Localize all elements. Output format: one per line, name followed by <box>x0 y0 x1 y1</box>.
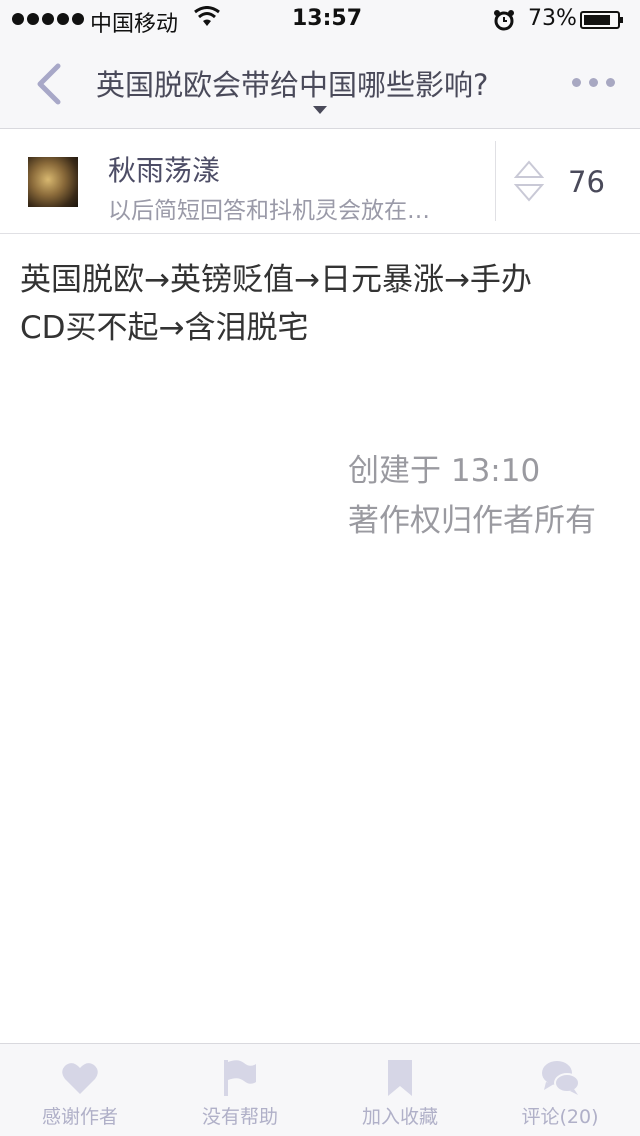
vote-count: 76 <box>568 165 605 199</box>
battery-icon <box>580 11 623 29</box>
add-favorite-button[interactable]: 加入收藏 <box>320 1044 480 1136</box>
status-time: 13:57 <box>292 6 363 31</box>
wifi-icon <box>194 6 220 26</box>
add-favorite-label: 加入收藏 <box>361 1106 438 1128</box>
avatar[interactable] <box>28 157 78 207</box>
answer-body: 英国脱欧→英镑贬值→日元暴涨→手办 CD买不起→含泪脱宅 <box>20 256 620 352</box>
answer-page: 中国移动 13:57 73% 英国脱欧会带给中国哪些影响? 秋雨荡漾 以后简短回… <box>0 0 640 1136</box>
not-helpful-label: 没有帮助 <box>201 1106 278 1128</box>
battery-percent: 73% <box>528 6 577 31</box>
comments-button[interactable]: 评论(20) <box>480 1044 640 1136</box>
chevron-down-icon[interactable] <box>313 106 327 114</box>
author-name[interactable]: 秋雨荡漾 <box>108 149 220 189</box>
created-time: 创建于 13:10 <box>348 453 541 489</box>
divider <box>495 141 496 221</box>
carrier-label: 中国移动 <box>90 12 179 37</box>
back-arrow-icon[interactable] <box>32 62 66 106</box>
vote-arrows-icon[interactable] <box>514 159 544 203</box>
thank-author-label: 感谢作者 <box>41 1106 118 1128</box>
signal-strength-icon <box>12 13 84 25</box>
not-helpful-button[interactable]: 没有帮助 <box>160 1044 320 1136</box>
answer-line: CD买不起→含泪脱宅 <box>20 310 309 346</box>
status-bar: 中国移动 13:57 73% <box>0 0 640 40</box>
comments-label: 评论(20) <box>521 1106 599 1128</box>
copyright-notice: 著作权归作者所有 <box>348 503 596 539</box>
heart-icon <box>62 1063 98 1094</box>
comment-bubbles-icon <box>542 1061 580 1095</box>
answer-line: 英国脱欧→英镑贬值→日元暴涨→手办 <box>20 262 532 298</box>
answer-meta: 创建于 13:10 著作权归作者所有 <box>348 446 596 546</box>
flag-icon <box>224 1060 256 1096</box>
alarm-icon <box>494 10 514 31</box>
thank-author-button[interactable]: 感谢作者 <box>0 1044 160 1136</box>
bookmark-icon <box>388 1060 412 1096</box>
author-info[interactable]: 秋雨荡漾 以后简短回答和抖机灵会放在… 76 <box>0 129 640 234</box>
bottom-toolbar: 感谢作者 没有帮助 加入收藏 评论(20) <box>0 1043 640 1136</box>
more-options-icon[interactable] <box>572 78 615 87</box>
author-bio: 以后简短回答和抖机灵会放在… <box>108 198 430 224</box>
question-title[interactable]: 英国脱欧会带给中国哪些影响? <box>96 62 546 104</box>
nav-bar: 英国脱欧会带给中国哪些影响? <box>0 40 640 129</box>
